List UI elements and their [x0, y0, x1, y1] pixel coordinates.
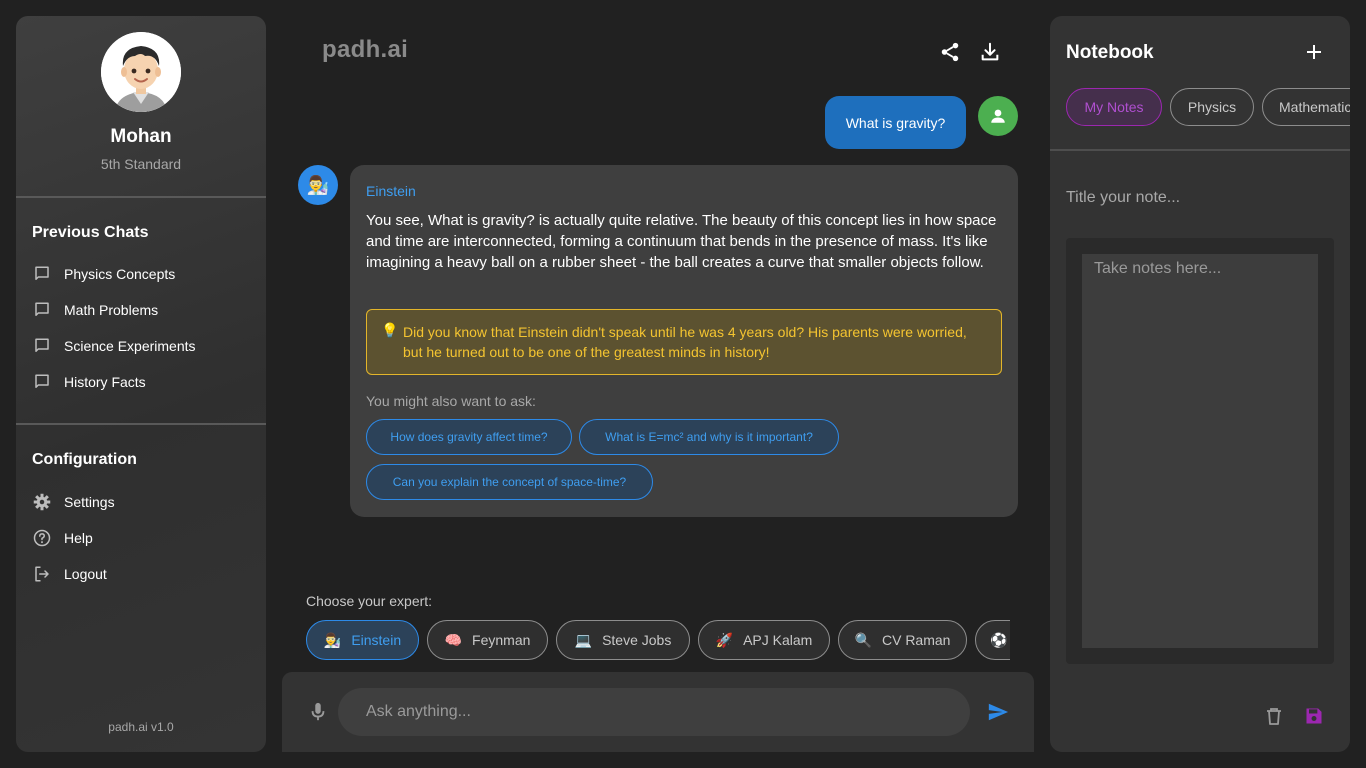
help-item[interactable]: Help	[32, 524, 250, 552]
person-icon	[991, 109, 1005, 123]
add-note-button[interactable]	[1302, 40, 1326, 64]
profile-name: Mohan	[110, 126, 172, 147]
help-icon	[32, 528, 52, 548]
delete-note-button[interactable]	[1262, 704, 1286, 728]
expert-apj-kalam[interactable]: 🚀 APJ Kalam	[698, 620, 830, 660]
expert-emoji: 🔍	[854, 631, 872, 648]
gear-icon	[32, 492, 52, 512]
app-logo: padh.ai	[322, 36, 409, 63]
chat-input-bar	[282, 672, 1034, 752]
send-icon	[988, 703, 1009, 721]
save-icon	[1306, 708, 1322, 724]
expert-name: Einstein	[351, 632, 402, 648]
bot-avatar: 👨‍🔬	[298, 165, 338, 205]
note-editor-frame	[1066, 238, 1334, 664]
share-icon	[941, 42, 959, 62]
suggestion-chip[interactable]: Can you explain the concept of space-tim…	[366, 464, 653, 500]
suggestion-chip[interactable]: What is E=mc² and why is it important?	[579, 419, 839, 455]
chat-item-science-experiments[interactable]: Science Experiments	[32, 332, 250, 360]
note-title-input[interactable]	[1050, 176, 1334, 220]
bot-message-card: Einstein You see, What is gravity? is ac…	[350, 165, 1018, 517]
chat-item-math-problems[interactable]: Math Problems	[32, 296, 250, 324]
expert-emoji: 💻	[574, 631, 593, 648]
save-note-button[interactable]	[1302, 704, 1326, 728]
chat-bubble-icon	[32, 336, 52, 356]
expert-einstein[interactable]: 👨‍🔬 Einstein	[306, 620, 419, 660]
logout-icon	[32, 564, 52, 584]
chat-item-label: Math Problems	[64, 302, 159, 318]
expert-selector: 👨‍🔬 Einstein 🧠 Feynman 💻 Steve Jobs 🚀 AP…	[306, 620, 1010, 660]
share-button[interactable]	[936, 38, 964, 66]
trash-icon	[1267, 708, 1281, 725]
version-label: padh.ai v1.0	[108, 720, 174, 734]
notebook-divider	[1050, 149, 1350, 151]
chat-item-history-facts[interactable]: History Facts	[32, 368, 250, 396]
download-icon	[981, 42, 999, 61]
expert-name: Steve Jobs	[602, 632, 672, 648]
notebook-title: Notebook	[1066, 42, 1154, 63]
expert-partial[interactable]: ⚽	[975, 620, 1010, 660]
avatar[interactable]	[101, 32, 181, 112]
microphone-button[interactable]	[306, 700, 330, 724]
download-button[interactable]	[976, 38, 1004, 66]
chat-item-physics-concepts[interactable]: Physics Concepts	[32, 260, 250, 288]
notebook-tab-physics[interactable]: Physics	[1170, 88, 1254, 126]
chat-item-label: Science Experiments	[64, 338, 196, 354]
profile-grade: 5th Standard	[100, 156, 182, 172]
lightbulb-icon: 💡	[381, 322, 399, 338]
expert-name: Feynman	[472, 632, 531, 648]
sidebar: Mohan 5th Standard Previous Chats Physic…	[16, 16, 266, 752]
expert-label: Choose your expert:	[306, 593, 433, 609]
expert-steve-jobs[interactable]: 💻 Steve Jobs	[556, 620, 690, 660]
expert-emoji: 🧠	[444, 631, 463, 648]
bot-name: Einstein	[366, 183, 416, 199]
notebook-tab-my-notes[interactable]: My Notes	[1066, 88, 1162, 126]
expert-name: APJ Kalam	[743, 632, 813, 648]
expert-feynman[interactable]: 🧠 Feynman	[427, 620, 548, 660]
logout-label: Logout	[64, 566, 107, 582]
bot-message-text: You see, What is gravity? is actually qu…	[366, 212, 997, 271]
notebook-tab-mathematics[interactable]: Mathematics	[1262, 88, 1350, 126]
suggestions-label: You might also want to ask:	[366, 393, 536, 409]
plus-icon	[1307, 45, 1321, 59]
help-label: Help	[64, 530, 93, 546]
ask-input[interactable]	[338, 688, 970, 736]
previous-chats-title: Previous Chats	[32, 224, 149, 241]
expert-name: CV Raman	[881, 632, 951, 648]
chat-item-label: History Facts	[64, 374, 146, 390]
sidebar-divider	[16, 196, 266, 198]
user-message: What is gravity?	[825, 96, 966, 149]
chat-bubble-icon	[32, 264, 52, 284]
user-avatar	[978, 96, 1018, 136]
microphone-icon	[311, 702, 325, 721]
chat-item-label: Physics Concepts	[64, 266, 176, 282]
sidebar-divider	[16, 423, 266, 425]
expert-emoji: ⚽	[990, 631, 1008, 648]
settings-label: Settings	[64, 494, 115, 510]
expert-emoji: 🚀	[715, 631, 734, 648]
send-button[interactable]	[986, 700, 1010, 724]
fun-fact-text: Did you know that Einstein didn't speak …	[403, 324, 967, 360]
chat-bubble-icon	[32, 300, 52, 320]
settings-item[interactable]: Settings	[32, 488, 250, 516]
logout-item[interactable]: Logout	[32, 560, 250, 588]
expert-emoji: 👨‍🔬	[323, 631, 342, 648]
expert-cv-raman[interactable]: 🔍 CV Raman	[838, 620, 967, 660]
fun-fact-box: 💡 Did you know that Einstein didn't spea…	[366, 309, 1002, 375]
note-body-textarea[interactable]	[1082, 254, 1318, 648]
chat-bubble-icon	[32, 372, 52, 392]
configuration-title: Configuration	[32, 451, 137, 468]
notebook-panel: Notebook My Notes Physics Mathematics	[1050, 16, 1350, 752]
suggestion-chip[interactable]: How does gravity affect time?	[366, 419, 572, 455]
